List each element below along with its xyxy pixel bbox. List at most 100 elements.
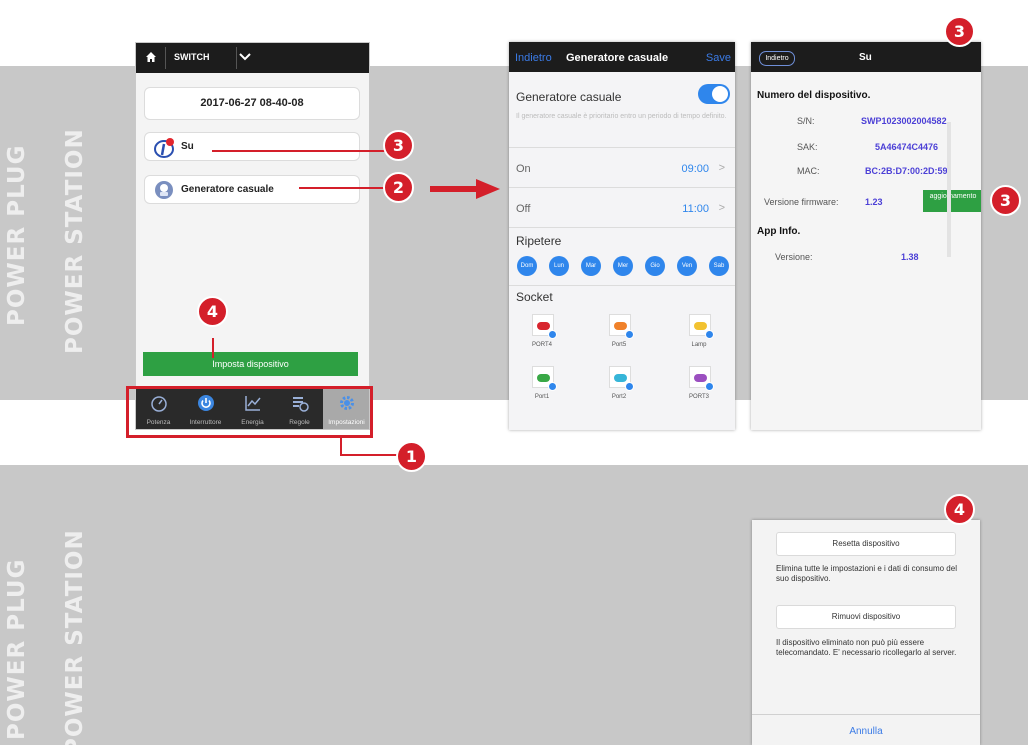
random-generator-screen: Indietro Generatore casuale Save Generat… [509, 42, 735, 430]
socket-name: PORT3 [689, 394, 709, 400]
band-label-power-station: POWER STATION [62, 529, 88, 745]
random-generator-description: Il generatore casuale è prioritario entr… [516, 113, 727, 120]
switch-screen: SWITCH 2017-06-27 08-40-08 Su Generatore… [135, 42, 370, 430]
random-generator-label: Generatore casuale [181, 184, 274, 195]
callout-line [340, 454, 398, 456]
socket-name: Port1 [534, 394, 550, 400]
day-mer[interactable]: Mer [613, 256, 633, 276]
check-icon [625, 382, 634, 391]
mac-label: MAC: [797, 166, 820, 176]
about-screen: Indietro Su Numero del dispositivo. S/N:… [751, 42, 981, 430]
socket-port3[interactable]: PORT3 [669, 366, 729, 410]
band-label-power-station: POWER STATION [62, 128, 88, 354]
sak-label: SAK: [797, 142, 818, 152]
divider [165, 47, 166, 69]
callout-badge-4: 4 [944, 494, 975, 525]
screen-title: Generatore casuale [566, 52, 669, 64]
day-mar[interactable]: Mar [581, 256, 601, 276]
random-generator-item[interactable]: Generatore casuale [144, 175, 360, 204]
socket-icon [609, 314, 634, 339]
device-number-heading: Numero del dispositivo. [757, 90, 871, 101]
callout-badge-3: 3 [944, 16, 975, 47]
check-icon [548, 330, 557, 339]
set-device-button[interactable]: Imposta dispositivo [143, 352, 358, 376]
date-display: 2017-06-27 08-40-08 [144, 87, 360, 120]
socket-port2[interactable]: Port2 [589, 366, 649, 410]
scrollbar[interactable] [947, 122, 951, 257]
callout-line [340, 437, 342, 455]
chevron-down-icon[interactable] [239, 52, 251, 62]
callout-line [212, 338, 214, 358]
socket-icon [609, 366, 634, 391]
cancel-button[interactable]: Annulla [752, 726, 980, 737]
callout-badge-3: 3 [990, 185, 1021, 216]
repeat-label: Ripetere [516, 234, 562, 248]
day-dom[interactable]: Dom [517, 256, 537, 276]
sak-value: 5A46474C4476 [875, 142, 939, 152]
divider [236, 47, 237, 69]
socket-port4[interactable]: PORT4 [512, 314, 572, 358]
divider [509, 227, 735, 228]
about-item[interactable]: Su [144, 132, 360, 161]
callout-line [299, 187, 385, 189]
random-topbar: Indietro Generatore casuale Save [509, 42, 735, 72]
socket-name: Port5 [611, 342, 627, 348]
repeat-days: Dom Lun Mar Mer Gio Ven Sab [517, 256, 729, 276]
day-lun[interactable]: Lun [549, 256, 569, 276]
chevron-right-icon: > [718, 202, 725, 214]
version-label: Versione: [775, 252, 813, 262]
version-value: 1.38 [901, 252, 919, 262]
day-gio[interactable]: Gio [645, 256, 665, 276]
check-icon [548, 382, 557, 391]
remove-device-button[interactable]: Rimuovi dispositivo [776, 605, 956, 629]
socket-icon [532, 366, 557, 391]
socket-name: Lamp [691, 342, 707, 348]
tab-bar-highlight [126, 386, 373, 438]
off-time-row[interactable]: Off 11:00 > [509, 187, 735, 227]
sn-label: S/N: [797, 116, 815, 126]
firmware-value: 1.23 [865, 197, 883, 207]
home-icon[interactable] [145, 51, 157, 63]
socket-icon [689, 314, 714, 339]
reset-note: Elimina tutte le impostazioni e i dati d… [776, 564, 957, 583]
callout-badge-4: 4 [197, 296, 228, 327]
check-icon [625, 330, 634, 339]
back-button[interactable]: Indietro [515, 52, 552, 64]
update-button[interactable]: aggiornamento [923, 190, 981, 212]
off-label: Off [516, 203, 531, 215]
socket-port1[interactable]: Port1 [512, 366, 572, 410]
about-item-label: Su [181, 141, 194, 152]
callout-line [212, 150, 386, 152]
divider [509, 285, 735, 286]
socket-port5[interactable]: Port5 [589, 314, 649, 358]
band-label-power-plug: POWER PLUG [4, 558, 30, 740]
back-button[interactable]: Indietro [759, 51, 795, 66]
day-sab[interactable]: Sab [709, 256, 729, 276]
callout-badge-1: 1 [396, 441, 427, 472]
page: POWER PLUG POWER STATION POWER PLUG POWE… [0, 0, 1028, 745]
arrow-right-icon [430, 179, 500, 199]
device-actions-sheet: Resetta dispositivo Elimina tutte le imp… [752, 520, 980, 745]
reset-device-button[interactable]: Resetta dispositivo [776, 532, 956, 556]
on-label: On [516, 163, 531, 175]
on-time: 09:00 [681, 163, 709, 175]
random-generator-icon [155, 181, 173, 199]
check-icon [705, 382, 714, 391]
check-icon [705, 330, 714, 339]
socket-lamp[interactable]: Lamp [669, 314, 729, 358]
remove-note: Il dispositivo eliminato non può più ess… [776, 638, 957, 657]
callout-badge-3: 3 [383, 130, 414, 161]
random-generator-toggle[interactable] [698, 84, 730, 104]
day-ven[interactable]: Ven [677, 256, 697, 276]
socket-icon [689, 366, 714, 391]
firmware-label: Versione firmware: [764, 197, 839, 207]
callout-badge-2: 2 [383, 172, 414, 203]
info-badge-icon [154, 138, 174, 158]
socket-name: Port2 [611, 394, 627, 400]
on-time-row[interactable]: On 09:00 > [509, 147, 735, 187]
save-button[interactable]: Save [706, 52, 731, 64]
app-info-heading: App Info. [757, 226, 801, 237]
bottom-band-label: POWER PLUG POWER STATION [0, 465, 100, 745]
mac-value: BC:2B:D7:00:2D:59 [865, 166, 948, 176]
socket-label: Socket [516, 290, 553, 304]
